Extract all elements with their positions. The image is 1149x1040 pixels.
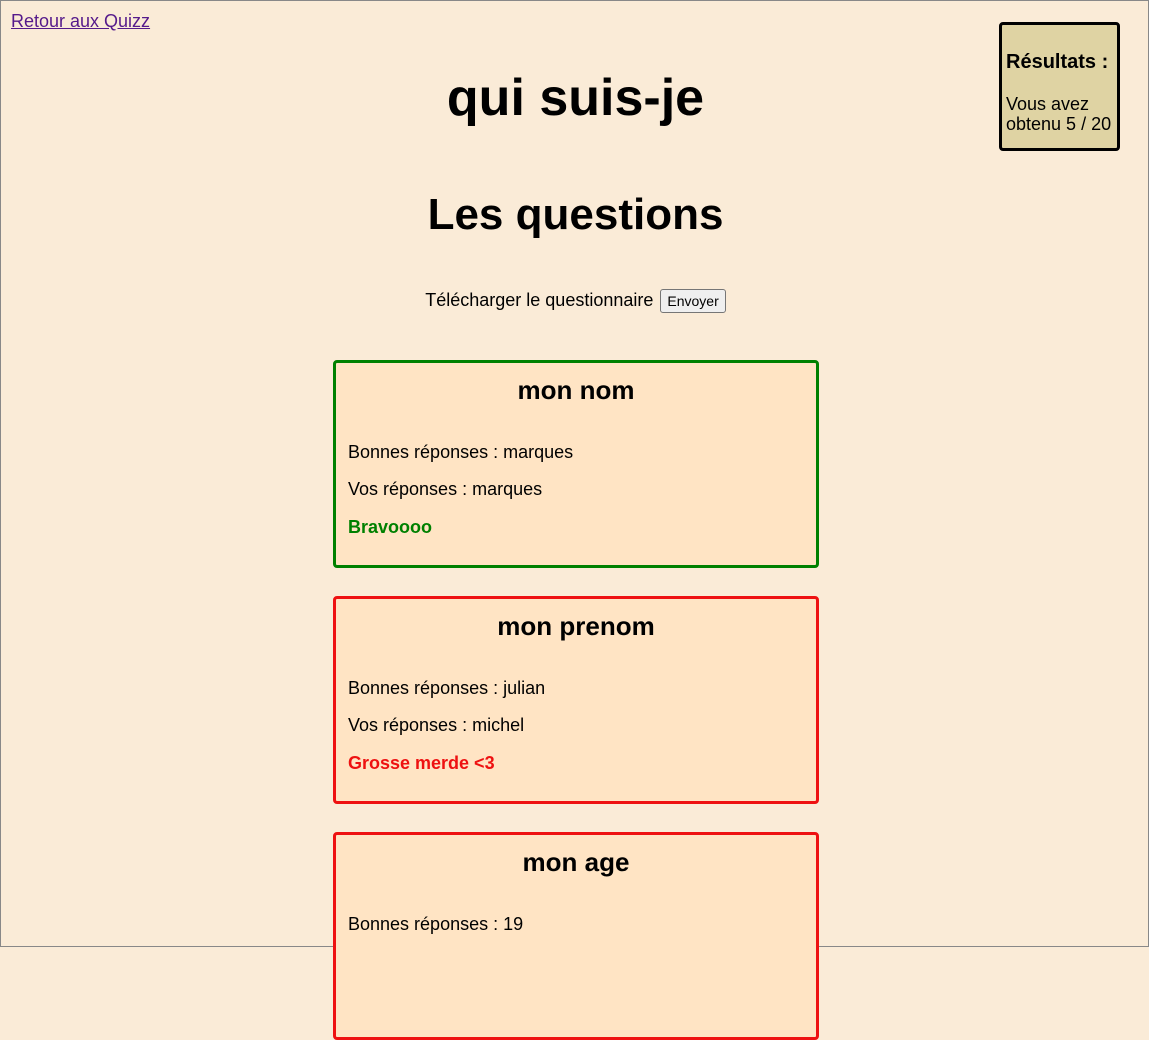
send-button[interactable]: Envoyer	[660, 289, 726, 313]
download-label: Télécharger le questionnaire	[425, 289, 654, 310]
question-title: mon prenom	[497, 611, 655, 641]
page-title: qui suis-je	[446, 69, 705, 127]
question-title: mon nom	[517, 375, 635, 405]
question-card: mon age Bonnes réponses : 19	[333, 832, 819, 1040]
user-answer-line: Vos réponses : michel	[348, 715, 525, 735]
question-title: mon age	[522, 847, 630, 877]
back-to-quizz-link[interactable]: Retour aux Quizz	[11, 11, 150, 32]
correct-answer-line: Bonnes réponses : julian	[348, 678, 546, 698]
correct-answer-line: Bonnes réponses : marques	[348, 442, 574, 462]
question-card: mon prenom Bonnes réponses : julian Vos …	[333, 596, 819, 804]
user-answer-line: Vos réponses : marques	[348, 479, 543, 499]
verdict-text: Bravoooo	[348, 517, 433, 537]
download-row: Télécharger le questionnaire Envoyer	[1, 289, 1149, 313]
section-title: Les questions	[427, 190, 724, 239]
correct-answer-line: Bonnes réponses : 19	[348, 914, 524, 934]
question-card: mon nom Bonnes réponses : marques Vos ré…	[333, 360, 819, 568]
verdict-text: Grosse merde <3	[348, 753, 495, 773]
